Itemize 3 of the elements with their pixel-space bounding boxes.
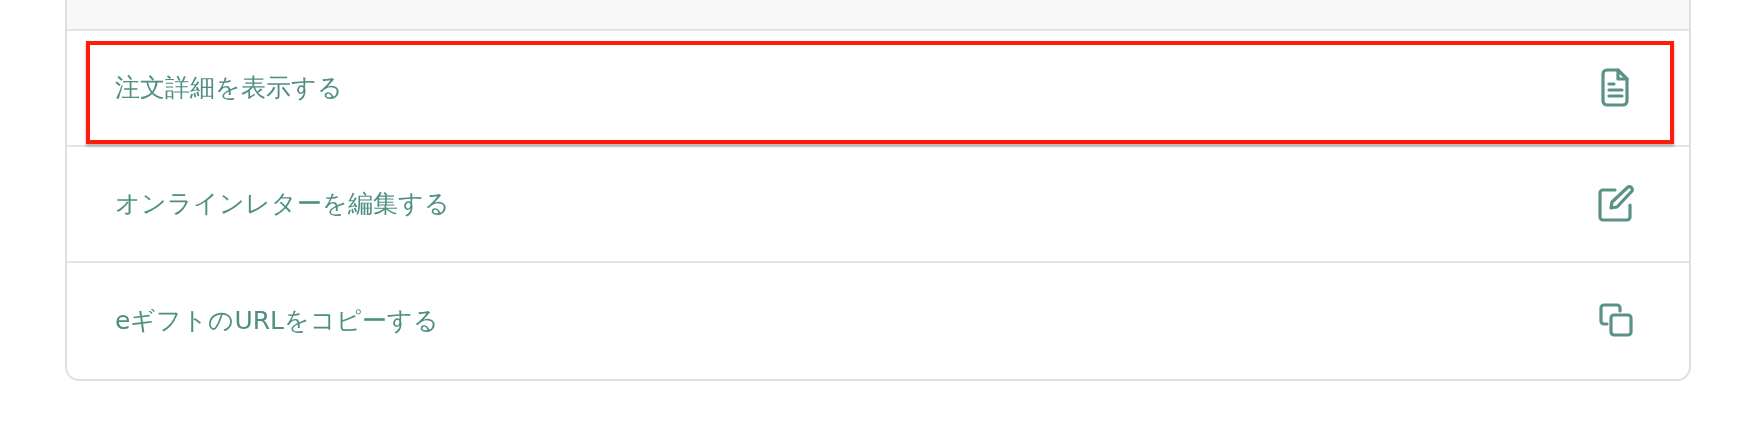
menu-item[interactable]: オンラインレターを編集する bbox=[67, 147, 1689, 263]
menu-item[interactable]: eギフトのURLをコピーする bbox=[67, 263, 1689, 379]
menu-item[interactable]: 注文詳細を表示する bbox=[67, 31, 1689, 147]
